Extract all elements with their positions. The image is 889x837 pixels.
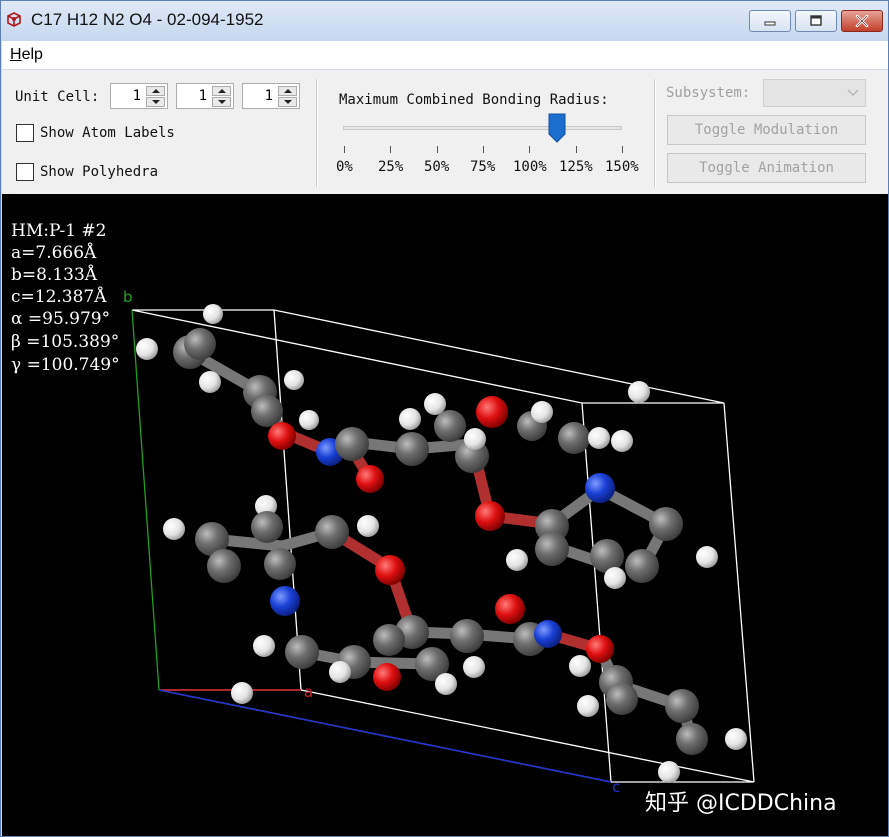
slider-tick-label: 75% (470, 159, 496, 175)
watermark: 知乎 @ICDDChina (645, 791, 837, 816)
window-title: C17 H12 N2 O4 - 02-094-1952 (31, 10, 264, 29)
slider-tick-label: 150% (605, 159, 639, 175)
bonding-radius-label: Maximum Combined Bonding Radius: (339, 92, 609, 108)
menu-help[interactable]: Help (10, 46, 43, 64)
show-polyhedra-checkbox[interactable] (16, 163, 34, 181)
toggle-modulation-button[interactable]: Toggle Modulation (667, 115, 866, 145)
slider-tick (529, 146, 530, 153)
bonding-radius-slider-track[interactable] (343, 126, 622, 130)
unit-cell-b-stepper[interactable]: 1 (176, 83, 234, 109)
arrow-up-icon (152, 89, 160, 93)
slider-tick (390, 146, 391, 153)
lattice-a-label: a=7.666Å (11, 243, 97, 263)
slider-tick (344, 146, 345, 153)
arrow-up-icon (284, 89, 292, 93)
axis-b-label: b (123, 288, 133, 306)
slider-tick (576, 146, 577, 153)
show-polyhedra-label[interactable]: Show Polyhedra (40, 164, 158, 180)
unit-cell-label: Unit Cell: (15, 89, 100, 105)
show-atom-labels-checkbox[interactable] (16, 124, 34, 142)
divider (654, 79, 655, 187)
slider-tick-label: 0% (336, 159, 353, 175)
stepper-up-button[interactable] (146, 86, 165, 96)
minimize-icon (764, 21, 776, 26)
slider-tick (437, 146, 438, 153)
minimize-button[interactable] (749, 10, 791, 32)
lattice-gamma-label: γ =100.749° (11, 355, 120, 375)
lattice-b-label: b=8.133Å (11, 265, 98, 285)
subsystem-label: Subsystem: (666, 85, 751, 101)
structure-viewer[interactable]: HM:P-1 #2 a=7.666Å b=8.133Å c=12.387Å α … (2, 194, 888, 836)
arrow-down-icon (152, 100, 160, 104)
space-group-label: HM:P-1 #2 (11, 221, 107, 241)
chevron-down-icon (847, 89, 859, 96)
slider-tick (622, 146, 623, 153)
subsystem-select[interactable] (763, 79, 866, 107)
slider-tick-label: 25% (378, 159, 404, 175)
unit-cell-a-stepper[interactable]: 1 (110, 83, 168, 109)
slider-tick (483, 146, 484, 153)
slider-tick-label: 100% (513, 159, 547, 175)
lattice-c-label: c=12.387Å (11, 287, 107, 307)
stepper-down-button[interactable] (212, 97, 231, 107)
slider-tick-label: 50% (424, 159, 450, 175)
close-button[interactable] (841, 10, 883, 32)
lattice-alpha-label: α =95.979° (11, 309, 111, 329)
arrow-down-icon (218, 100, 226, 104)
toggle-animation-button[interactable]: Toggle Animation (667, 153, 866, 183)
maximize-icon (810, 15, 822, 26)
arrow-up-icon (218, 89, 226, 93)
stepper-down-button[interactable] (146, 97, 165, 107)
close-icon (855, 15, 869, 27)
slider-tick-label: 125% (559, 159, 593, 175)
axis-c-line (158, 689, 612, 783)
arrow-down-icon (284, 100, 292, 104)
unit-cell-c-stepper[interactable]: 1 (242, 83, 300, 109)
stepper-up-button[interactable] (212, 86, 231, 96)
maximize-button[interactable] (795, 10, 837, 32)
stepper-up-button[interactable] (278, 86, 297, 96)
control-panel: Unit Cell: 1 1 1 Show Atom Labels Show P… (2, 70, 888, 194)
crystal-structure-scene[interactable] (2, 194, 888, 836)
title-bar[interactable]: C17 H12 N2 O4 - 02-094-1952 (1, 1, 888, 41)
app-icon (7, 12, 21, 27)
bonding-radius-slider-thumb[interactable] (548, 113, 566, 143)
axis-c-label: c (612, 778, 621, 796)
axis-a-label: a (304, 683, 314, 701)
show-atom-labels-label[interactable]: Show Atom Labels (40, 125, 175, 141)
stepper-down-button[interactable] (278, 97, 297, 107)
lattice-beta-label: β =105.389° (11, 332, 120, 352)
divider (316, 79, 317, 187)
axis-b-line (131, 309, 160, 691)
menu-bar: Help (2, 41, 888, 70)
app-window: C17 H12 N2 O4 - 02-094-1952 Help Unit Ce… (0, 0, 889, 837)
